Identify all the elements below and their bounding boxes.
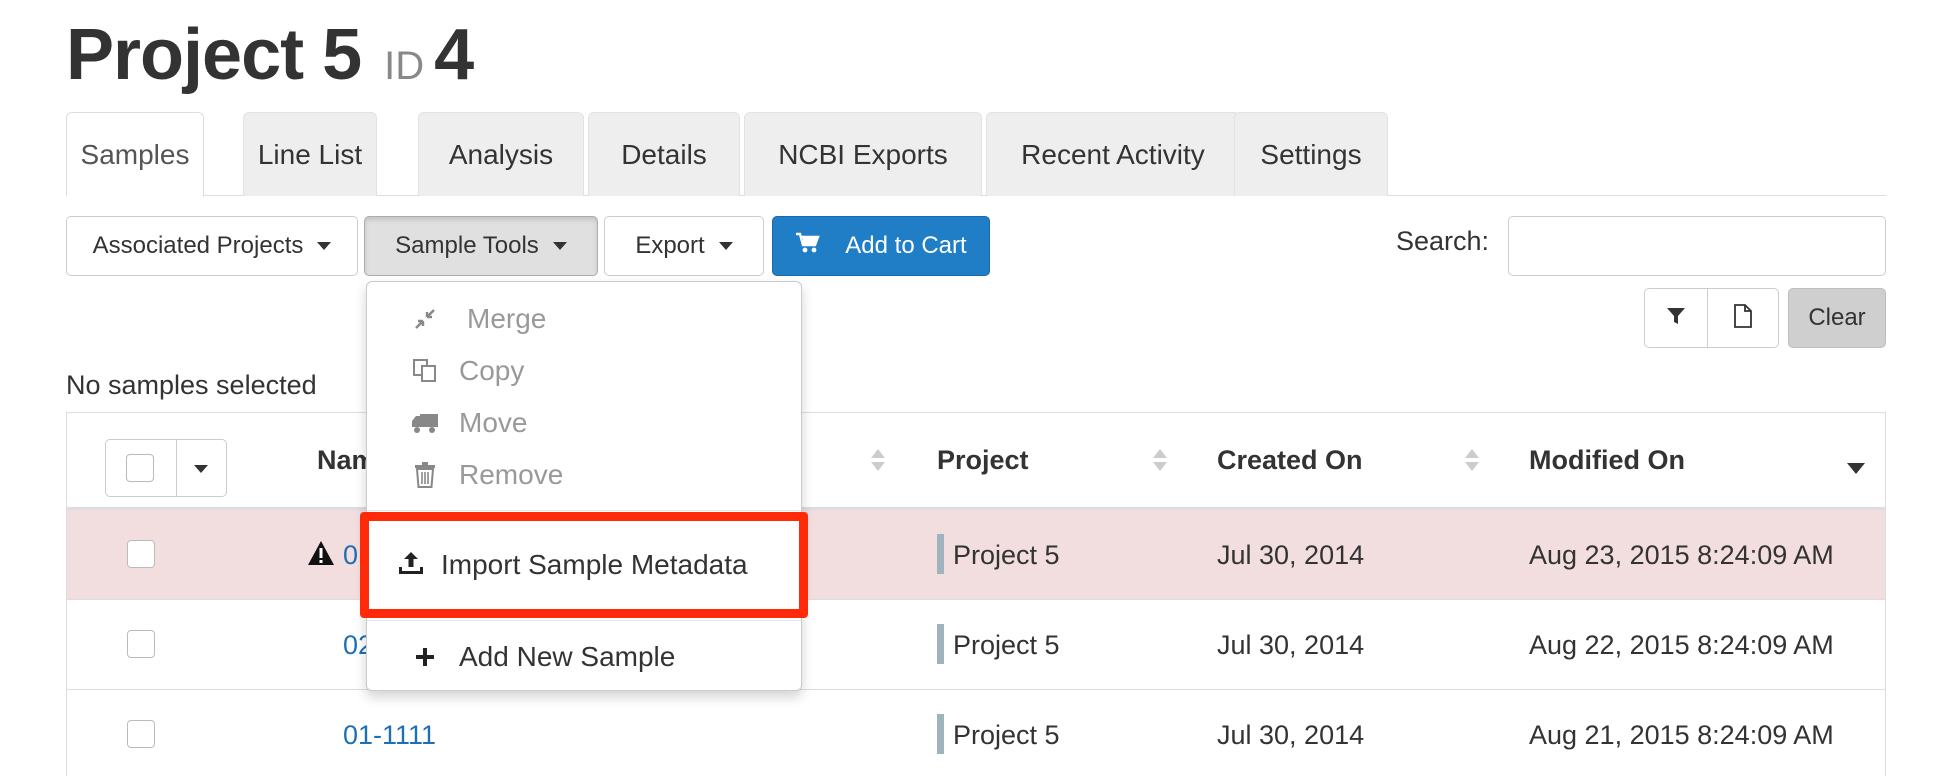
search-input[interactable] bbox=[1508, 216, 1886, 276]
sample-name-link[interactable]: 01-1111 bbox=[343, 720, 436, 751]
menu-item-label: Add New Sample bbox=[459, 641, 676, 672]
filter-button[interactable] bbox=[1644, 288, 1708, 348]
id-label: ID bbox=[384, 44, 425, 88]
select-all-checkbox[interactable] bbox=[126, 454, 154, 482]
modified-cell: Aug 21, 2015 8:24:09 AM bbox=[1529, 720, 1834, 750]
associated-projects-button[interactable]: Associated Projects bbox=[66, 216, 358, 276]
menu-item-label: Import Sample Metadata bbox=[441, 549, 748, 580]
cart-icon bbox=[795, 231, 821, 262]
samples-table: Name Project Created On Modified On 0 Pr… bbox=[66, 412, 1886, 776]
modified-cell: Aug 22, 2015 8:24:09 AM bbox=[1529, 630, 1834, 660]
table-row[interactable]: 0 Project 5 Jul 30, 2014 Aug 23, 2015 8:… bbox=[67, 509, 1885, 599]
tab-line-list[interactable]: Line List bbox=[243, 112, 377, 196]
upload-icon bbox=[397, 549, 425, 584]
tab-ncbi-exports[interactable]: NCBI Exports bbox=[744, 112, 982, 196]
table-row[interactable]: 01-1111 Project 5 Jul 30, 2014 Aug 21, 2… bbox=[67, 689, 1885, 776]
associated-projects-label: Associated Projects bbox=[92, 232, 304, 259]
chevron-down-icon bbox=[552, 242, 567, 250]
row-checkbox[interactable] bbox=[127, 630, 155, 658]
sample-tools-menu: Merge Copy Move Remove Add New Sample bbox=[366, 281, 802, 691]
warning-icon bbox=[308, 541, 334, 565]
table-header: Name Project Created On Modified On bbox=[67, 413, 1885, 509]
export-label: Export bbox=[635, 232, 705, 259]
menu-item-label: Merge bbox=[467, 303, 547, 334]
column-header-modified-on[interactable]: Modified On bbox=[1529, 445, 1685, 476]
created-cell: Jul 30, 2014 bbox=[1217, 630, 1365, 660]
filter-icon bbox=[1666, 306, 1686, 331]
truck-icon bbox=[411, 409, 439, 437]
sample-name-link[interactable]: 0 bbox=[343, 540, 358, 571]
sort-icon[interactable] bbox=[871, 449, 885, 473]
modified-cell: Aug 23, 2015 8:24:09 AM bbox=[1529, 540, 1834, 570]
menu-item-remove[interactable]: Remove bbox=[367, 450, 801, 500]
menu-item-add-new-sample[interactable]: Add New Sample bbox=[367, 632, 801, 682]
menu-item-label: Copy bbox=[459, 355, 525, 386]
merge-icon bbox=[411, 305, 439, 333]
menu-item-merge[interactable]: Merge bbox=[367, 294, 801, 344]
menu-item-label: Move bbox=[459, 407, 528, 438]
menu-item-import-sample-metadata[interactable]: Import Sample Metadata bbox=[369, 521, 799, 609]
plus-icon bbox=[411, 643, 439, 671]
select-all-control[interactable] bbox=[105, 439, 227, 497]
created-cell: Jul 30, 2014 bbox=[1217, 540, 1365, 570]
project-cell: Project 5 bbox=[953, 540, 1060, 570]
file-icon bbox=[1733, 303, 1753, 333]
row-checkbox[interactable] bbox=[127, 720, 155, 748]
project-color-bar bbox=[937, 534, 944, 574]
selection-status: No samples selected bbox=[66, 370, 317, 400]
tab-recent-activity[interactable]: Recent Activity bbox=[986, 112, 1240, 196]
menu-item-label: Remove bbox=[459, 459, 564, 490]
tab-analysis[interactable]: Analysis bbox=[418, 112, 584, 196]
sort-desc-icon[interactable] bbox=[1847, 463, 1865, 474]
sort-icon[interactable] bbox=[1153, 449, 1167, 473]
page-title: Project 5 ID 4 bbox=[66, 14, 474, 96]
trash-icon bbox=[411, 461, 439, 489]
table-row[interactable]: 02 Project 5 Jul 30, 2014 Aug 22, 2015 8… bbox=[67, 599, 1885, 689]
project-cell: Project 5 bbox=[953, 630, 1060, 660]
project-id: 4 bbox=[434, 15, 474, 95]
divider bbox=[176, 440, 177, 496]
project-name: Project 5 bbox=[66, 15, 362, 95]
project-cell: Project 5 bbox=[953, 720, 1060, 750]
sample-tools-button[interactable]: Sample Tools bbox=[364, 216, 598, 276]
copy-icon bbox=[411, 357, 439, 385]
add-to-cart-button[interactable]: Add to Cart bbox=[772, 216, 990, 276]
column-header-created-on[interactable]: Created On bbox=[1217, 445, 1363, 476]
chevron-down-icon[interactable] bbox=[194, 465, 208, 473]
sort-icon[interactable] bbox=[1465, 449, 1479, 473]
chevron-down-icon bbox=[317, 242, 332, 250]
project-color-bar bbox=[937, 624, 944, 664]
chevron-down-icon bbox=[718, 242, 733, 250]
column-header-project[interactable]: Project bbox=[937, 445, 1029, 476]
created-cell: Jul 30, 2014 bbox=[1217, 720, 1365, 750]
tab-settings[interactable]: Settings bbox=[1234, 112, 1388, 196]
tab-details[interactable]: Details bbox=[588, 112, 740, 196]
menu-item-copy[interactable]: Copy bbox=[367, 346, 801, 396]
add-to-cart-label: Add to Cart bbox=[845, 232, 967, 259]
export-button[interactable]: Export bbox=[604, 216, 764, 276]
clear-button[interactable]: Clear bbox=[1788, 288, 1886, 348]
tab-bar: Samples Line List Analysis Details NCBI … bbox=[66, 112, 1886, 197]
menu-item-move[interactable]: Move bbox=[367, 398, 801, 448]
search-label: Search: bbox=[1396, 226, 1490, 256]
tab-samples[interactable]: Samples bbox=[66, 112, 204, 197]
highlight-annotation: Import Sample Metadata bbox=[360, 512, 808, 618]
menu-divider bbox=[367, 620, 801, 621]
file-export-button[interactable] bbox=[1707, 288, 1779, 348]
project-color-bar bbox=[937, 714, 944, 754]
sample-tools-label: Sample Tools bbox=[395, 232, 539, 259]
row-checkbox[interactable] bbox=[127, 540, 155, 568]
menu-divider bbox=[367, 510, 801, 511]
